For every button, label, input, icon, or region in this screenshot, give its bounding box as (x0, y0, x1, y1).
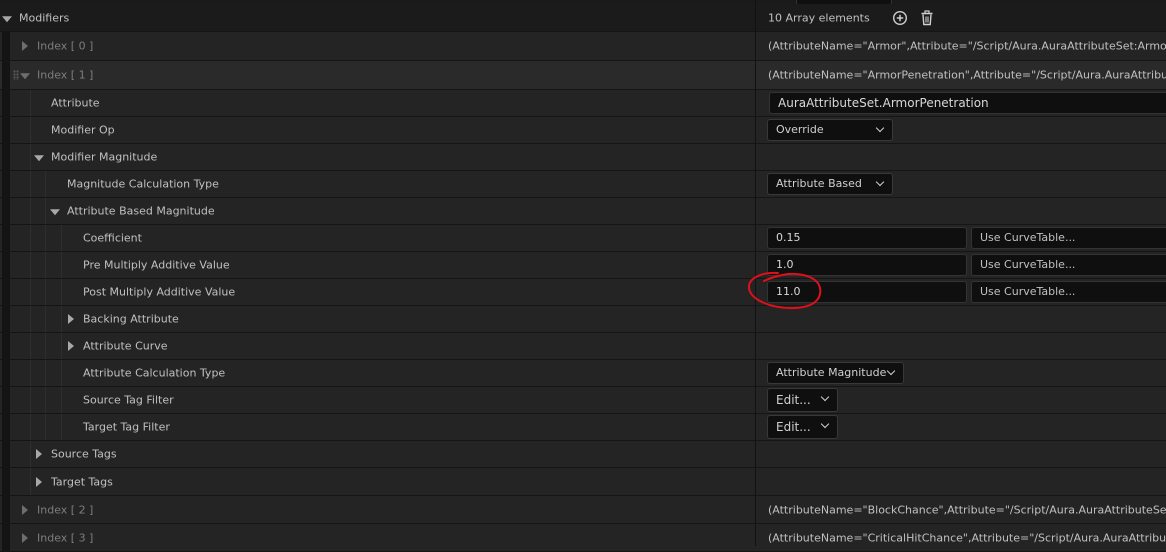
attribute-picker[interactable]: AuraAttributeSet.ArmorPenetration (769, 92, 1166, 114)
pre-multiply-curve-table-picker[interactable]: Use CurveTable... (971, 254, 1166, 276)
post-multiply-row: Post Multiply Additive Value 11.0 Use Cu… (0, 279, 1166, 306)
pre-multiply-label: Pre Multiply Additive Value (83, 258, 230, 272)
backing-attribute-label: Backing Attribute (83, 312, 179, 326)
index-1-label: Index [ 1 ] (37, 68, 94, 82)
coefficient-curve-table-picker[interactable]: Use CurveTable... (971, 227, 1166, 249)
target-tags-label: Target Tags (51, 475, 113, 488)
coefficient-input[interactable]: 0.15 (767, 227, 967, 249)
index-0-label: Index [ 0 ] (37, 39, 94, 53)
magnitude-calc-type-dropdown[interactable]: Attribute Based (767, 173, 893, 195)
attribute-calc-type-dropdown[interactable]: Attribute Magnitude (767, 362, 904, 384)
modifier-magnitude-row[interactable]: Modifier Magnitude (0, 144, 1166, 171)
index-0-row[interactable]: Index [ 0 ] (AttributeName="Armor",Attri… (0, 32, 1166, 61)
index-0-value: (AttributeName="Armor",Attribute="/Scrip… (768, 39, 1166, 53)
chevron-down-icon (886, 366, 896, 376)
collapse-arrow-icon[interactable] (2, 15, 12, 22)
index-3-label: Index [ 3 ] (37, 531, 94, 544)
modifier-magnitude-label: Modifier Magnitude (51, 150, 158, 164)
add-element-icon[interactable] (892, 10, 908, 26)
index-2-label: Index [ 2 ] (37, 503, 94, 516)
attribute-calc-type-label: Attribute Calculation Type (83, 366, 226, 380)
source-tags-label: Source Tags (51, 447, 117, 461)
collapse-arrow-icon[interactable] (34, 155, 44, 162)
magnitude-calc-type-label: Magnitude Calculation Type (67, 177, 219, 191)
backing-attribute-row[interactable]: Backing Attribute (0, 306, 1166, 333)
index-3-value: (AttributeName="CriticalHitChance",Attri… (768, 531, 1166, 544)
coefficient-row: Coefficient 0.15 Use CurveTable... (0, 225, 1166, 252)
modifiers-label: Modifiers (19, 11, 70, 24)
attribute-curve-row[interactable]: Attribute Curve (0, 333, 1166, 360)
source-tag-filter-edit-button[interactable]: Edit... (767, 388, 838, 412)
post-multiply-curve-table-picker[interactable]: Use CurveTable... (971, 281, 1166, 303)
expand-arrow-icon[interactable] (68, 341, 74, 351)
chevron-down-icon (875, 177, 885, 187)
pre-multiply-input[interactable]: 1.0 (767, 254, 967, 276)
magnitude-calc-type-row: Magnitude Calculation Type Attribute Bas… (0, 171, 1166, 198)
expand-arrow-icon[interactable] (36, 449, 42, 459)
column-divider[interactable] (755, 0, 756, 546)
modifiers-row: Modifiers 10 Array elements (0, 4, 1166, 32)
source-tag-filter-row: Source Tag Filter Edit... (0, 387, 1166, 414)
delete-all-icon[interactable] (919, 9, 935, 26)
modifier-op-label: Modifier Op (51, 123, 115, 137)
target-tag-filter-label: Target Tag Filter (83, 420, 170, 434)
chevron-down-icon (875, 123, 885, 133)
post-multiply-label: Post Multiply Additive Value (83, 285, 236, 299)
index-1-row[interactable]: Index [ 1 ] (AttributeName="ArmorPenetra… (0, 61, 1166, 90)
expand-arrow-icon[interactable] (22, 532, 28, 543)
expand-arrow-icon[interactable] (68, 314, 74, 324)
drag-handle-icon[interactable] (13, 70, 19, 80)
source-tags-row[interactable]: Source Tags (0, 441, 1166, 468)
collapse-arrow-icon[interactable] (20, 73, 30, 80)
source-tag-filter-label: Source Tag Filter (83, 393, 174, 407)
modifier-op-row: Modifier Op Override (0, 117, 1166, 144)
target-tag-filter-row: Target Tag Filter Edit... (0, 414, 1166, 441)
index-1-value: (AttributeName="ArmorPenetration",Attrib… (768, 68, 1166, 82)
attribute-based-magnitude-label: Attribute Based Magnitude (67, 204, 215, 218)
pre-multiply-row: Pre Multiply Additive Value 1.0 Use Curv… (0, 252, 1166, 279)
index-2-value: (AttributeName="BlockChance",Attribute="… (768, 503, 1166, 516)
chevron-down-icon (820, 392, 830, 402)
chevron-down-icon (820, 419, 830, 429)
target-tag-filter-edit-button[interactable]: Edit... (767, 415, 838, 439)
modifier-op-dropdown[interactable]: Override (767, 119, 893, 141)
attribute-based-magnitude-row[interactable]: Attribute Based Magnitude (0, 198, 1166, 225)
target-tags-row[interactable]: Target Tags (0, 468, 1166, 496)
coefficient-label: Coefficient (83, 231, 142, 245)
attribute-label: Attribute (51, 96, 100, 110)
attribute-row: Attribute AuraAttributeSet.ArmorPenetrat… (0, 90, 1166, 117)
post-multiply-input[interactable]: 11.0 (767, 281, 967, 303)
collapse-arrow-icon[interactable] (50, 209, 60, 216)
expand-arrow-icon[interactable] (36, 476, 42, 487)
attribute-curve-label: Attribute Curve (83, 339, 168, 353)
expand-arrow-icon[interactable] (22, 504, 28, 515)
index-3-row[interactable]: Index [ 3 ] (AttributeName="CriticalHitC… (0, 524, 1166, 552)
array-count: 10 Array elements (768, 11, 870, 24)
expand-arrow-icon[interactable] (22, 41, 28, 51)
index-2-row[interactable]: Index [ 2 ] (AttributeName="BlockChance"… (0, 496, 1166, 524)
attribute-calc-type-row: Attribute Calculation Type Attribute Mag… (0, 360, 1166, 387)
